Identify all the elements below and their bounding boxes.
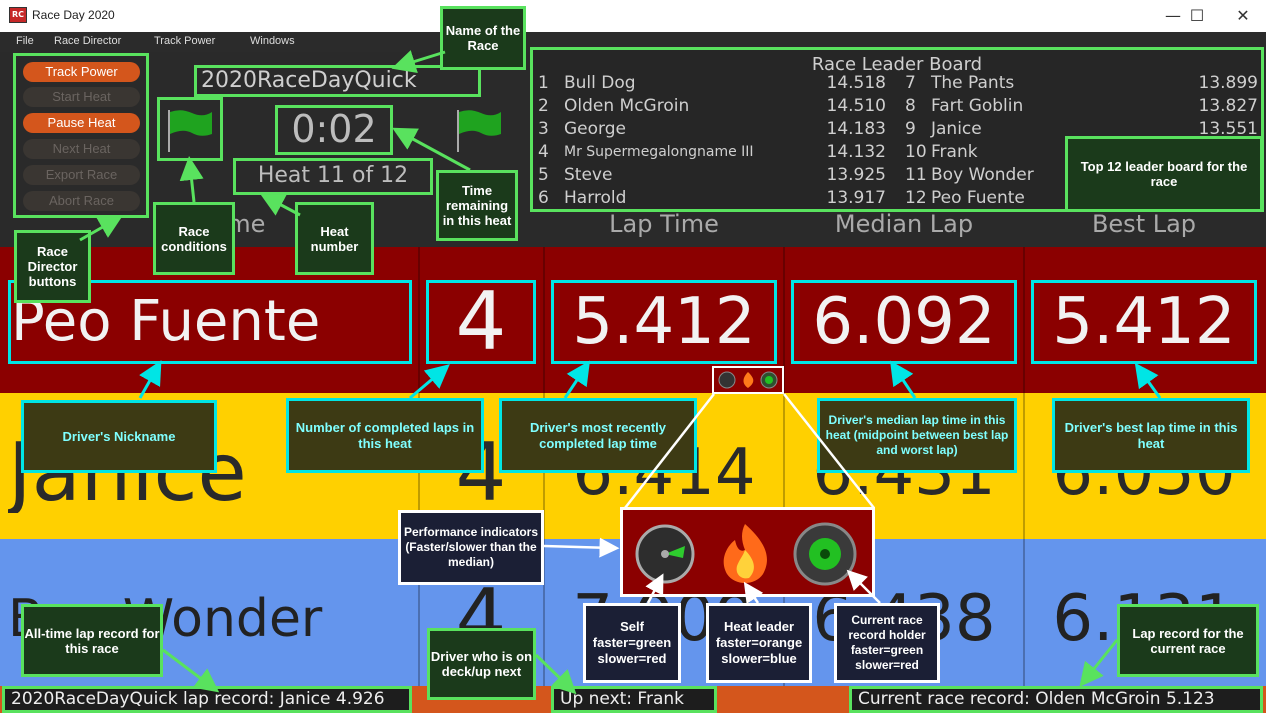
leader-rank: 12 [905, 188, 927, 208]
close-button[interactable]: ✕ [1220, 0, 1266, 32]
column-divider [543, 247, 545, 393]
start-heat-button[interactable]: Start Heat [23, 87, 140, 107]
export-race-button[interactable]: Export Race [23, 165, 140, 185]
driver-lap-time: 5.412 [551, 280, 777, 364]
annotation-self: Self faster=green slower=red [583, 603, 681, 683]
leader-name: Harrold [564, 188, 627, 208]
leader-name: Peo Fuente [931, 188, 1025, 208]
annotation-record-holder: Current race record holder faster=green … [834, 603, 940, 683]
annotation-name-of-race: Name of the Race [440, 6, 526, 70]
menu-race-director[interactable]: Race Director [54, 35, 121, 47]
annotation-best: Driver's best lap time in this heat [1052, 398, 1250, 473]
leader-rank: 7 [905, 73, 916, 93]
leader-time: 13.917 [826, 188, 886, 208]
annotation-current-lap-record: Lap record for the current race [1117, 604, 1259, 677]
performance-indicators-small [712, 366, 784, 394]
indicator-icons-small [718, 371, 778, 389]
column-divider [1023, 393, 1025, 539]
leader-rank: 2 [538, 96, 549, 116]
leader-name: Mr Supermegalongname III [564, 144, 754, 160]
leader-rank: 8 [905, 96, 916, 116]
leader-rank: 4 [538, 142, 549, 162]
leader-time: 13.899 [1198, 73, 1258, 93]
leader-rank: 3 [538, 119, 549, 139]
leader-name: Frank [931, 142, 978, 162]
green-flag-icon [168, 110, 212, 152]
leader-rank: 6 [538, 188, 549, 208]
column-header-best-lap: Best Lap [1091, 210, 1197, 238]
leader-time: 13.925 [826, 165, 886, 185]
annotation-all-time-record: All-time lap record for this race [21, 604, 163, 677]
annotation-heat-leader: Heat leader faster=orange slower=blue [706, 603, 812, 683]
column-header-lap-time: Lap Time [609, 210, 719, 238]
menu-track-power[interactable]: Track Power [154, 35, 215, 47]
leader-name: Janice [931, 119, 982, 139]
window-title: Race Day 2020 [32, 8, 115, 22]
column-divider [1023, 247, 1025, 393]
race-name: 2020RaceDayQuick [194, 65, 481, 97]
next-heat-button[interactable]: Next Heat [23, 139, 140, 159]
annotation-recent-lap: Driver's most recently completed lap tim… [499, 398, 697, 473]
all-time-lap-record: 2020RaceDayQuick lap record: Janice 4.92… [2, 686, 412, 713]
leader-time: 14.132 [826, 142, 886, 162]
app-flag-icon: RC [9, 7, 27, 23]
track-power-button[interactable]: Track Power [23, 62, 140, 82]
performance-indicators-panel [620, 507, 875, 597]
leader-rank: 1 [538, 73, 549, 93]
leader-time: 13.827 [1198, 96, 1258, 116]
annotation-top12: Top 12 leader board for the race [1065, 136, 1263, 212]
leader-time: 14.518 [826, 73, 886, 93]
annotation-time-remaining: Time remaining in this heat [436, 170, 518, 241]
current-race-record: Current race record: Olden McGroin 5.123 [849, 686, 1263, 713]
leader-rank: 11 [905, 165, 927, 185]
leader-name: The Pants [931, 73, 1015, 93]
up-next: Up next: Frank [551, 686, 717, 713]
column-divider [1023, 539, 1025, 686]
driver-lap: 4 [426, 280, 536, 364]
driver-median: 6.092 [791, 280, 1017, 364]
annotation-laps: Number of completed laps in this heat [286, 398, 484, 473]
leader-name: George [564, 119, 626, 139]
leader-name: Bull Dog [564, 73, 636, 93]
record-holder-icon [793, 522, 857, 586]
leader-rank: 10 [905, 142, 927, 162]
green-flag-icon-right [457, 110, 501, 152]
leader-board-title: Race Leader Board [811, 54, 983, 75]
column-divider [418, 247, 420, 393]
abort-race-button[interactable]: Abort Race [23, 191, 140, 211]
annotation-median: Driver's median lap time in this heat (m… [817, 398, 1017, 473]
menu-file[interactable]: File [16, 35, 34, 47]
menu-windows[interactable]: Windows [250, 35, 295, 47]
leader-rank: 9 [905, 119, 916, 139]
leader-name: Steve [564, 165, 613, 185]
annotation-race-conditions: Race conditions [153, 202, 235, 275]
indicator-icons-large [635, 522, 857, 586]
leader-name: Olden McGroin [564, 96, 690, 116]
annotation-race-director-buttons: Race Director buttons [14, 230, 91, 303]
heat-number: Heat 11 of 12 [233, 158, 433, 195]
annotation-nickname: Driver's Nickname [21, 400, 217, 473]
annotation-perf: Performance indicators (Faster/slower th… [398, 510, 544, 585]
title-bar: RC Race Day 2020 — ☐ ✕ [0, 0, 1266, 32]
leader-time: 14.510 [826, 96, 886, 116]
self-gauge-icon [635, 524, 695, 584]
column-header-median-lap: Median Lap [834, 210, 974, 238]
annotation-on-deck: Driver who is on deck/up next [427, 628, 536, 700]
annotation-heat-number: Heat number [295, 202, 374, 275]
pause-heat-button[interactable]: Pause Heat [23, 113, 140, 133]
leader-time: 14.183 [826, 119, 886, 139]
leader-name: Fart Goblin [931, 96, 1024, 116]
driver-best: 5.412 [1031, 280, 1257, 364]
heat-timer: 0:02 [275, 105, 393, 155]
leader-rank: 5 [538, 165, 549, 185]
maximize-button[interactable]: ☐ [1174, 0, 1220, 32]
heat-leader-flame-icon [723, 524, 767, 583]
leader-name: Boy Wonder [931, 165, 1034, 185]
